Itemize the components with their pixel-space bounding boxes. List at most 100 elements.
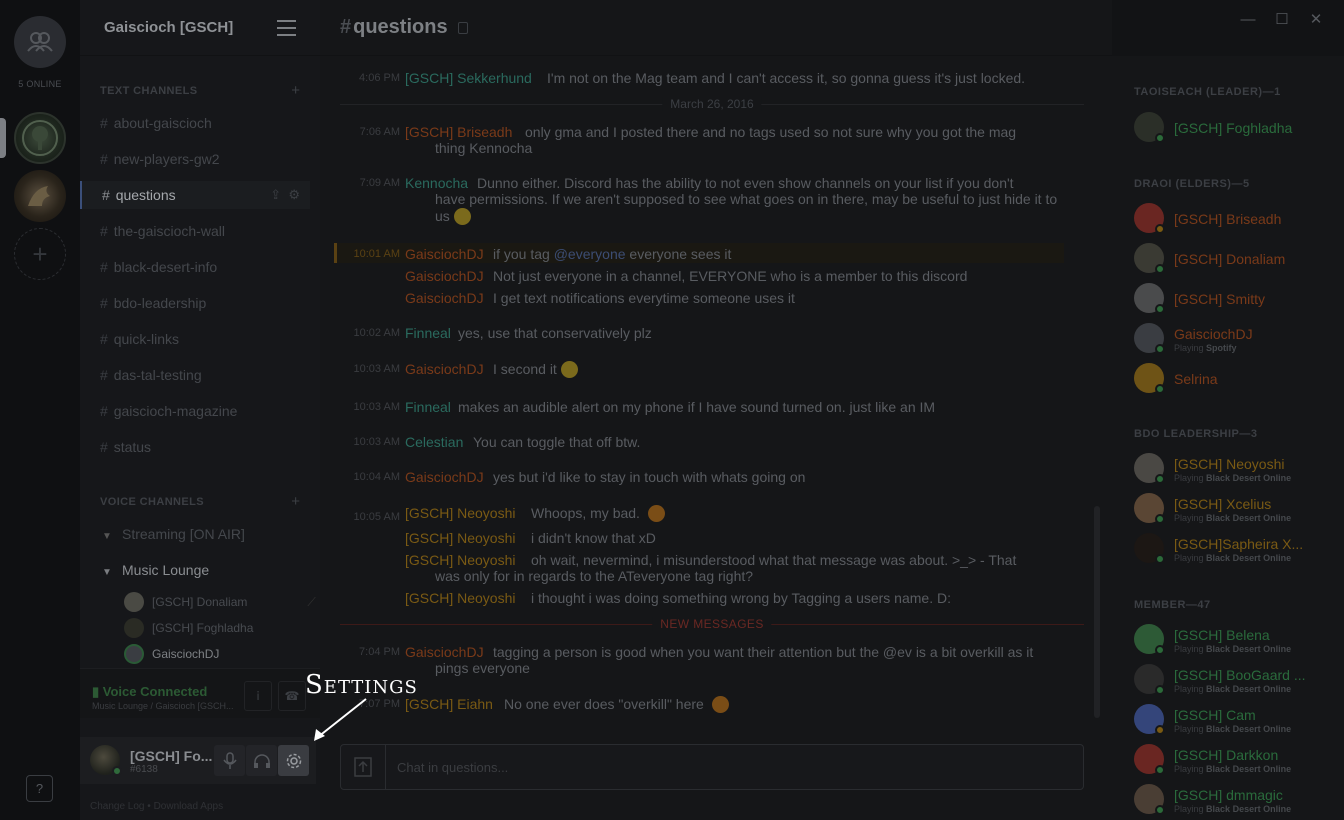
member-list: TAOISEACH (LEADER)—1 [GSCH] Foghladha DR…: [1112, 56, 1344, 820]
member-item[interactable]: [GSCH] Neoyoshi Playing Black Desert Onl…: [1134, 453, 1334, 487]
member-item[interactable]: Selrina: [1134, 363, 1334, 397]
member-item[interactable]: [GSCH] Cam Playing Black Desert Online: [1134, 704, 1334, 738]
menu-icon[interactable]: [277, 20, 296, 41]
download-apps-link[interactable]: Download Apps: [154, 801, 224, 812]
member-name: [GSCH] dmmagic: [1174, 787, 1283, 803]
channel-bdo-leadership[interactable]: # bdo-leadership: [100, 289, 310, 317]
message-author[interactable]: GaisciochDJ: [405, 290, 484, 306]
message-continuation: thing Kennocha: [435, 140, 533, 156]
member-item[interactable]: [GSCH] dmmagic Playing Black Desert Onli…: [1134, 784, 1334, 818]
everyone-mention[interactable]: @everyone: [554, 246, 626, 262]
message-author[interactable]: GaisciochDJ: [405, 469, 484, 485]
member-item[interactable]: [GSCH] Donaliam: [1134, 243, 1334, 277]
message-author[interactable]: GaisciochDJ: [405, 361, 484, 377]
mute-button[interactable]: [214, 745, 245, 776]
message-author[interactable]: [GSCH] Neoyoshi: [405, 530, 515, 546]
member-group-header: BDO LEADERSHIP—3: [1134, 428, 1258, 440]
member-item[interactable]: [GSCH] Foghladha: [1134, 112, 1334, 146]
voice-user[interactable]: [GSCH] Donaliam ⟋: [124, 591, 316, 613]
friends-home-button[interactable]: [14, 16, 66, 68]
channel-label: questions: [115, 187, 176, 203]
member-item[interactable]: [GSCH]Sapheira X... Playing Black Desert…: [1134, 533, 1334, 567]
activity-verb: Playing: [1174, 513, 1204, 523]
channel-about-gaiscioch[interactable]: # about-gaiscioch: [100, 109, 310, 137]
message-text: oh wait, nevermind, i misunderstood what…: [531, 552, 1017, 568]
server-icon-dragon[interactable]: [14, 170, 66, 222]
voice-info-button[interactable]: ⅰ: [244, 681, 272, 711]
status-dot: [1155, 474, 1165, 484]
channel-settings-icon[interactable]: ⚙: [288, 187, 300, 202]
message-author[interactable]: [GSCH] Neoyoshi: [405, 590, 515, 606]
message-author[interactable]: Kennocha: [405, 175, 468, 191]
channel-questions[interactable]: # questions ⇪ ⚙: [80, 181, 310, 209]
message-text: i didn't know that xD: [531, 530, 656, 546]
disconnect-icon: ☎: [284, 689, 300, 703]
avatar: [124, 644, 144, 664]
member-item[interactable]: [GSCH] Xcelius Playing Black Desert Onli…: [1134, 493, 1334, 527]
voice-user[interactable]: GaisciochDJ: [124, 643, 219, 665]
maximize-icon[interactable]: ☐: [1274, 12, 1290, 28]
add-server-button[interactable]: +: [14, 228, 66, 280]
activity-game: Black Desert Online: [1206, 764, 1292, 774]
upload-button[interactable]: [341, 745, 386, 789]
member-name: [GSCH] Belena: [1174, 627, 1270, 643]
voice-connection-panel: ▮ Voice Connected Music Lounge / Gaiscio…: [80, 668, 320, 718]
status-dot: [1155, 384, 1165, 394]
message-author[interactable]: GaisciochDJ: [405, 268, 484, 284]
channel-das-tal-testing[interactable]: # das-tal-testing: [100, 361, 310, 389]
invite-icon[interactable]: ⇪: [270, 187, 281, 202]
channel-quick-links[interactable]: # quick-links: [100, 325, 310, 353]
member-item[interactable]: [GSCH] Smitty: [1134, 283, 1334, 317]
member-activity: Playing Black Desert Online: [1174, 513, 1291, 523]
member-name: [GSCH] Smitty: [1174, 291, 1266, 307]
message-author[interactable]: GaisciochDJ: [405, 644, 484, 660]
changelog-link[interactable]: Change Log: [90, 801, 145, 812]
voice-channels-category[interactable]: VOICE CHANNELS: [100, 496, 204, 508]
member-group-header: TAOISEACH (LEADER)—1: [1134, 86, 1281, 98]
text-channels-category[interactable]: TEXT CHANNELS: [100, 85, 197, 97]
message-author[interactable]: [GSCH] Sekkerhund: [405, 70, 532, 86]
member-item[interactable]: [GSCH] Briseadh: [1134, 203, 1334, 237]
voice-channel-streaming[interactable]: ▼ Streaming [ON AIR]: [102, 526, 245, 542]
channel-new-players-gw2[interactable]: # new-players-gw2: [100, 145, 310, 173]
help-button[interactable]: ?: [26, 775, 53, 802]
add-voice-channel-button[interactable]: +: [291, 493, 300, 510]
add-text-channel-button[interactable]: +: [291, 82, 300, 99]
channel-gaiscioch-magazine[interactable]: # gaiscioch-magazine: [100, 397, 310, 425]
message-author[interactable]: [GSCH] Neoyoshi: [405, 505, 515, 521]
member-item[interactable]: [GSCH] Belena Playing Black Desert Onlin…: [1134, 624, 1334, 658]
voice-channel-music-lounge[interactable]: ▼ Music Lounge: [102, 562, 209, 578]
headphones-icon: [253, 753, 270, 768]
chat-scrollbar[interactable]: [1094, 506, 1100, 718]
channel-black-desert-info[interactable]: # black-desert-info: [100, 253, 310, 281]
notification-bell-icon[interactable]: [457, 21, 468, 34]
channel-the-gaiscioch-wall[interactable]: # the-gaiscioch-wall: [100, 217, 310, 245]
message-text: No one ever does "overkill" here: [504, 696, 904, 713]
channel-label: about-gaiscioch: [113, 115, 212, 131]
message-author[interactable]: [GSCH] Eiahn: [405, 696, 493, 712]
chat-input[interactable]: Chat in questions...: [397, 760, 508, 775]
channel-status[interactable]: # status: [100, 433, 310, 461]
hash-icon: #: [100, 115, 108, 131]
message-author[interactable]: [GSCH] Briseadh: [405, 124, 512, 140]
voice-user[interactable]: [GSCH] Foghladha: [124, 617, 253, 639]
deafen-button[interactable]: [246, 745, 277, 776]
message-author[interactable]: GaisciochDJ: [405, 246, 484, 262]
chevron-down-icon: ▼: [102, 567, 112, 578]
footer-separator: •: [147, 801, 151, 812]
message-author[interactable]: Celestian: [405, 434, 463, 450]
minimize-icon[interactable]: —: [1240, 12, 1256, 28]
message-text: You can toggle that off btw.: [473, 434, 641, 450]
guild-header[interactable]: Gaiscioch [GSCH]: [80, 0, 320, 56]
message-author[interactable]: Finneal: [405, 325, 451, 341]
message-author[interactable]: [GSCH] Neoyoshi: [405, 552, 515, 568]
member-item[interactable]: [GSCH] BooGaard ... Playing Black Desert…: [1134, 664, 1334, 698]
voice-status: ▮ Voice Connected: [92, 684, 207, 700]
close-icon[interactable]: ✕: [1308, 12, 1324, 28]
member-activity: Playing Black Desert Online: [1174, 764, 1291, 774]
server-icon-gaiscioch[interactable]: [14, 112, 66, 164]
user-settings-button[interactable]: [278, 745, 309, 776]
message-author[interactable]: Finneal: [405, 399, 451, 415]
member-item[interactable]: GaisciochDJ Playing Spotify: [1134, 323, 1334, 357]
member-item[interactable]: [GSCH] Darkkon Playing Black Desert Onli…: [1134, 744, 1334, 778]
